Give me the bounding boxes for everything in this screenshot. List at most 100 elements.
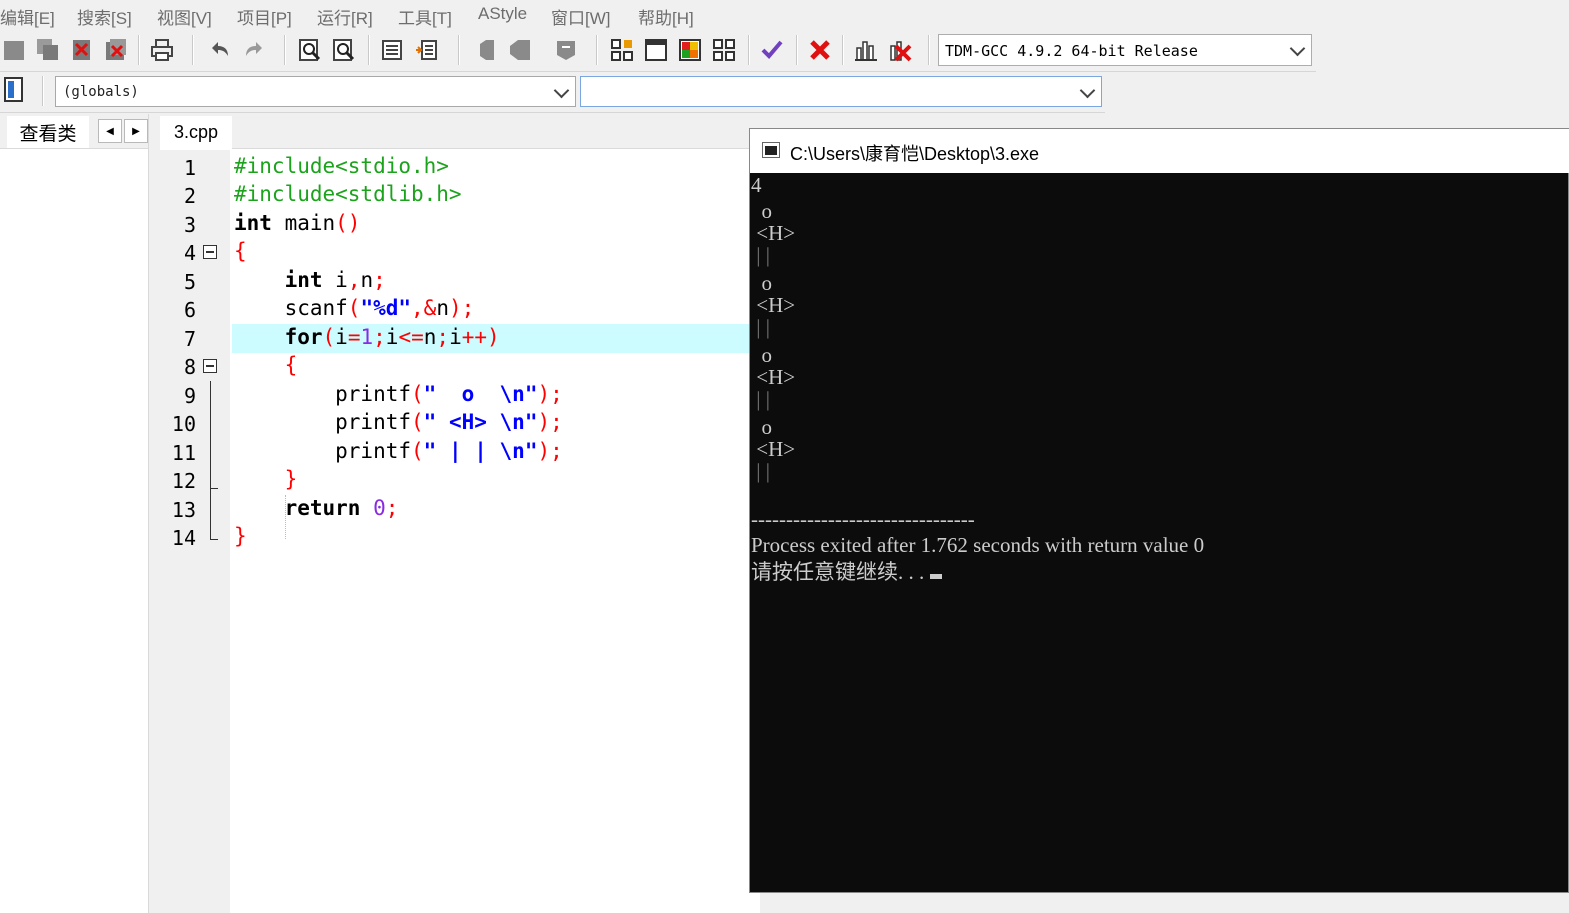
code-line: 12 } [160, 466, 760, 495]
console-title-bar[interactable]: C:\Users\康育恺\Desktop\3.exe [750, 129, 1569, 173]
code-text: { [234, 239, 247, 263]
redo-button[interactable] [240, 36, 268, 64]
colors-button[interactable] [676, 36, 704, 64]
undo-icon [212, 42, 228, 56]
code-line: 5 int i,n; [160, 267, 760, 296]
unindent-icon [416, 40, 437, 60]
code-text: scanf("%d",&n); [234, 296, 475, 320]
code-line: 10 printf(" <H> \n"); [160, 409, 760, 438]
tab-scroll-left-button[interactable]: ◀ [98, 119, 122, 143]
code-line: 13 return 0; [160, 495, 760, 524]
console-window[interactable]: C:\Users\康育恺\Desktop\3.exe 4 o <H> | | o… [749, 128, 1569, 893]
compiler-select[interactable]: TDM-GCC 4.9.2 64-bit Release [938, 34, 1312, 66]
replace-icon [333, 39, 355, 61]
code-text: return 0; [284, 496, 399, 520]
menu-search[interactable]: 搜索[S] [77, 4, 132, 29]
checkmark-icon [761, 40, 783, 59]
indent-icon [382, 40, 402, 60]
profile-button[interactable] [852, 36, 880, 64]
editor-tabs: 3.cpp [160, 114, 760, 149]
arrow-right-icon: ▶ [132, 125, 140, 137]
menu-bar: 编辑[E] 搜索[S] 视图[V] 项目[P] 运行[R] 工具[T] ASty… [0, 0, 1569, 28]
bar-chart-icon [855, 41, 877, 61]
tab-class-view[interactable]: 查看类 [7, 116, 89, 148]
menu-help[interactable]: 帮助[H] [638, 4, 694, 29]
line-number: 8 [183, 355, 196, 379]
fold-toggle-button[interactable] [203, 359, 217, 373]
console-line: | | [751, 243, 770, 267]
unindent-button[interactable] [412, 36, 440, 64]
x-icon [810, 40, 830, 60]
comment-button[interactable] [552, 36, 580, 64]
menu-project[interactable]: 项目[P] [237, 4, 292, 29]
code-line: 4{ [160, 238, 760, 267]
arrow-left-icon: ◀ [106, 125, 114, 137]
new-project-button[interactable] [608, 36, 636, 64]
console-app-icon [762, 142, 780, 158]
line-number: 7 [183, 327, 196, 351]
chevron-down-icon [553, 82, 570, 99]
window-button[interactable] [642, 36, 670, 64]
goto-bookmark-button[interactable] [506, 36, 534, 64]
class-browser-toggle-button[interactable] [0, 76, 28, 104]
bookmark-icon [480, 40, 494, 60]
grid-icon [611, 39, 633, 61]
code-line: 1 #include<stdio.h> [160, 153, 760, 182]
toggle-bookmark-button[interactable] [472, 36, 500, 64]
menu-astyle[interactable]: AStyle [478, 4, 527, 24]
menu-tools[interactable]: 工具[T] [398, 4, 452, 29]
code-text: printf(" <H> \n"); [234, 410, 563, 434]
code-line: 8 { [160, 352, 760, 381]
close-file-button[interactable] [68, 36, 96, 64]
delete-profile-button[interactable] [886, 36, 914, 64]
replace-button[interactable] [330, 36, 358, 64]
compile-button[interactable] [758, 36, 786, 64]
print-button[interactable] [148, 36, 176, 64]
menu-window[interactable]: 窗口[W] [551, 4, 611, 29]
line-number: 10 [171, 412, 196, 436]
code-line: 3 int main() [160, 210, 760, 239]
find-button[interactable] [296, 36, 324, 64]
code-line: 9 printf(" o \n"); [160, 381, 760, 410]
console-line: | | [751, 315, 770, 339]
menu-view[interactable]: 视图[V] [157, 4, 212, 29]
code-text: printf(" | | \n"); [234, 439, 563, 463]
console-output: 4 o <H> | | o <H> | | o <H> | | o <H> | … [750, 173, 1569, 893]
code-editor[interactable]: 3.cpp 1 #include<stdio.h> 2 #include<stdli… [160, 114, 760, 913]
menu-run[interactable]: 运行[R] [317, 4, 373, 29]
line-number: 4 [183, 241, 196, 265]
menu-edit[interactable]: 编辑[E] [0, 4, 55, 29]
scope-select[interactable]: (globals) [55, 76, 576, 107]
class-toolbar: (globals) [0, 72, 1105, 113]
goto-bookmark-icon [510, 40, 530, 60]
tab-file[interactable]: 3.cpp [160, 116, 232, 149]
line-number: 9 [183, 384, 196, 408]
close-file-icon [73, 40, 90, 60]
save-button[interactable] [0, 36, 28, 64]
code-text: { [284, 353, 298, 377]
text-cursor [930, 574, 943, 579]
console-line: | | [751, 459, 770, 483]
chevron-down-icon [1289, 40, 1306, 57]
close-all-button[interactable] [102, 36, 130, 64]
code-line: 6 scanf("%d",&n); [160, 295, 760, 324]
code-text: } [234, 524, 247, 548]
member-select[interactable] [580, 76, 1102, 107]
stop-button[interactable] [806, 36, 834, 64]
line-number: 13 [171, 498, 196, 522]
code-line-highlighted: 7 for(i=1;i<=n;i++) [160, 324, 760, 353]
undo-button[interactable] [206, 36, 234, 64]
delete-chart-icon [890, 41, 912, 62]
console-line: 4 [751, 173, 762, 197]
layout-button[interactable] [710, 36, 738, 64]
indent-button[interactable] [378, 36, 406, 64]
save-icon [4, 41, 24, 60]
code-text: printf(" o \n"); [234, 382, 563, 406]
console-separator: -------------------------------- [751, 507, 975, 531]
code-text: } [284, 467, 298, 491]
main-toolbar: TDM-GCC 4.9.2 64-bit Release [0, 29, 1316, 72]
save-all-button[interactable] [34, 36, 62, 64]
fold-toggle-button[interactable] [203, 245, 217, 259]
console-prompt-line: 请按任意键继续. . . [751, 556, 943, 586]
tab-scroll-right-button[interactable]: ▶ [124, 119, 148, 143]
